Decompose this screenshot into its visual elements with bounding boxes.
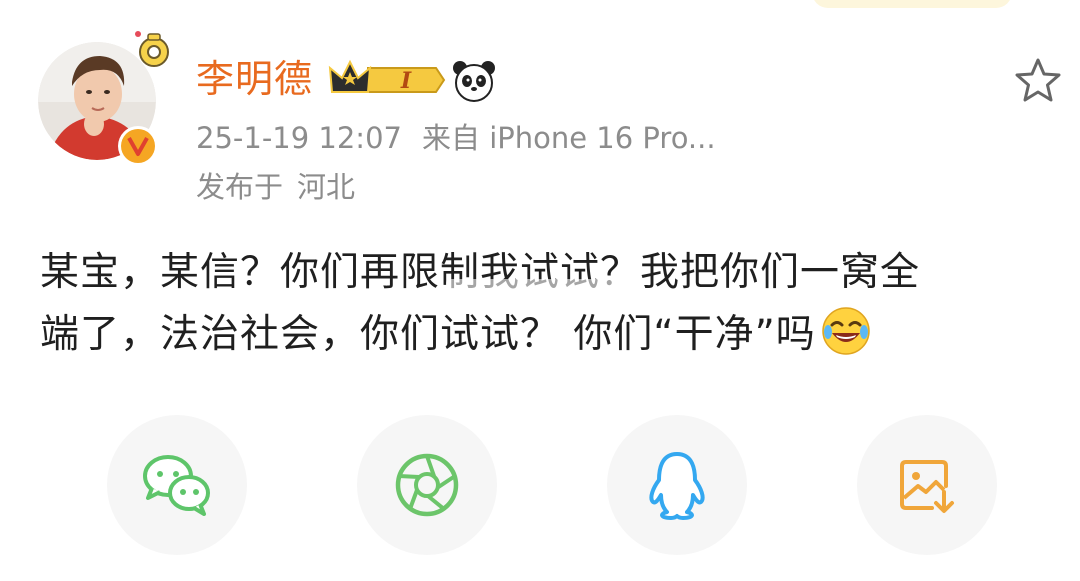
avatar-pendant-icon — [135, 31, 169, 67]
location-value: 河北 — [297, 170, 356, 204]
moments-aperture-icon — [395, 453, 459, 517]
top-decoration — [812, 0, 1012, 8]
post-timestamp: 25-1-19 12:07 — [196, 121, 402, 155]
wechat-icon — [143, 455, 210, 516]
location-prefix: 发布于 — [196, 170, 284, 204]
post-meta: 25-1-19 12:07 来自 iPhone 16 Pro... — [196, 118, 716, 158]
laugh-cry-emoji-icon — [822, 307, 870, 355]
post-text-line-2-content: 端了，法治社会，你们试试？ 你们“干净”吗 — [40, 312, 816, 357]
avatar[interactable] — [38, 31, 169, 166]
save-image-button[interactable] — [857, 415, 997, 555]
watermark — [446, 279, 626, 305]
favorite-star-icon[interactable] — [1013, 56, 1063, 104]
qq-penguin-icon — [649, 452, 705, 520]
save-image-icon — [900, 460, 954, 513]
crown-member-badge[interactable]: I — [328, 58, 446, 102]
crown-badge-level: I — [400, 68, 412, 94]
verified-v-icon — [118, 126, 158, 166]
post-text-line-2: 端了，法治社会，你们试试？ 你们“干净”吗 — [40, 304, 1050, 366]
share-qq-button[interactable] — [607, 415, 747, 555]
post-source: 来自 iPhone 16 Pro... — [421, 121, 716, 155]
panda-icon — [453, 61, 495, 102]
share-bar — [0, 415, 1080, 555]
share-moments-button[interactable] — [357, 415, 497, 555]
username[interactable]: 李明德 — [196, 56, 313, 102]
share-wechat-button[interactable] — [107, 415, 247, 555]
post-location: 发布于 河北 — [196, 167, 355, 207]
